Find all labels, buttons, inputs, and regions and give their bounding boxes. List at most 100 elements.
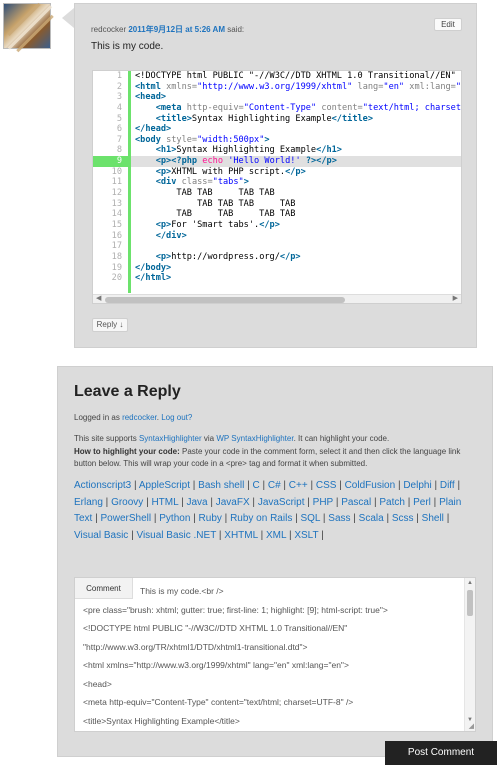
resize-handle-icon[interactable]: ◢ — [469, 722, 474, 730]
code-line: <meta http-equiv="Content-Type" content=… — [155, 102, 461, 113]
separator: | — [454, 480, 461, 491]
language-link[interactable]: ColdFusion — [345, 480, 396, 491]
language-link[interactable]: C# — [268, 480, 281, 491]
support-suffix: . It can highlight your code. — [293, 434, 390, 443]
language-link[interactable]: Groovy — [111, 497, 143, 508]
vertical-scrollbar[interactable]: ▲ ▼ — [464, 578, 475, 731]
code-line: </body> — [135, 262, 172, 273]
code-line: <p>XHTML with PHP script.</p> — [155, 166, 306, 177]
textarea-content[interactable]: This is my code.<br /> <pre class="brush:… — [83, 582, 463, 731]
language-link[interactable]: Scala — [359, 513, 384, 524]
language-link[interactable]: XHTML — [224, 530, 258, 541]
separator: | — [221, 513, 231, 524]
post-comment-button[interactable]: Post Comment — [385, 741, 497, 765]
language-link[interactable]: Sass — [328, 513, 350, 524]
line-number: 20 — [111, 273, 122, 284]
syntaxhighlighter-link[interactable]: SyntaxHighlighter — [139, 434, 202, 443]
language-link[interactable]: CSS — [316, 480, 337, 491]
textarea-line: <html xmlns="http://www.w3.org/1999/xhtm… — [83, 660, 349, 670]
scrollbar-thumb[interactable] — [467, 590, 473, 616]
separator: | — [318, 529, 324, 541]
code-line: <p>http://wordpress.org/</p> — [155, 251, 301, 262]
code-line-highlighted: <p><?php echo 'Hello World!' ?></p> — [131, 156, 461, 167]
line-number: 2 — [116, 81, 122, 92]
language-link[interactable]: Ruby — [199, 513, 222, 524]
separator: | — [190, 480, 199, 491]
textarea-line: <title>Syntax Highlighting Example</titl… — [83, 715, 240, 726]
language-link[interactable]: Actionscript3 — [74, 480, 131, 491]
language-link[interactable]: Delphi — [403, 480, 431, 491]
line-number: 19 — [111, 262, 122, 273]
language-link[interactable]: C++ — [289, 480, 308, 491]
language-link[interactable]: C — [252, 480, 259, 491]
scroll-up-icon[interactable]: ▲ — [467, 580, 473, 586]
line-number: 5 — [116, 113, 122, 124]
code-line: <p>For 'Smart tabs'.</p> — [155, 219, 280, 230]
language-link[interactable]: HTML — [151, 497, 178, 508]
textarea-line: </head> — [83, 730, 463, 731]
comment-author[interactable]: redcocker — [91, 25, 126, 34]
language-link[interactable]: Shell — [422, 513, 444, 524]
language-link[interactable]: SQL — [300, 513, 320, 524]
line-number: 18 — [111, 251, 122, 262]
comment-box: redcocker 2011年9月12日 at 5:26 AM said: Ed… — [74, 3, 477, 348]
separator: | — [304, 496, 313, 508]
user-link[interactable]: redcocker — [122, 413, 157, 422]
textarea-line: "http://www.w3.org/TR/xhtml1/DTD/xhtml1-… — [83, 641, 308, 652]
language-link[interactable]: Visual Basic .NET — [136, 530, 216, 541]
language-link[interactable]: Scss — [392, 513, 414, 524]
comment-meta: redcocker 2011年9月12日 at 5:26 AM said: — [91, 24, 244, 35]
line-number: 4 — [116, 102, 122, 113]
comment-date-link[interactable]: 2011年9月12日 at 5:26 AM — [128, 25, 225, 34]
horizontal-scrollbar[interactable]: ◀ ▶ — [93, 294, 461, 303]
language-link[interactable]: Erlang — [74, 497, 103, 508]
line-number: 3 — [116, 92, 122, 103]
line-number: 16 — [111, 230, 122, 241]
scrollbar-thumb[interactable] — [105, 297, 345, 303]
support-text: This site supports SyntaxHighlighter via… — [74, 433, 484, 471]
scroll-right-icon[interactable]: ▶ — [453, 294, 458, 302]
language-link[interactable]: Ruby on Rails — [230, 513, 292, 524]
language-links: Actionscript3 | AppleScript | Bash shell… — [74, 478, 474, 544]
reply-button[interactable]: Reply ↓ — [92, 318, 128, 332]
language-link[interactable]: PHP — [313, 497, 333, 508]
line-number-gutter: 1 2 3 4 5 6 7 8 9 10 11 12 13 14 15 16 17 18 19 20 — [93, 71, 131, 293]
textarea-line: <!DOCTYPE html PUBLIC "-//W3C//DTD XHTML… — [83, 623, 348, 633]
language-link[interactable]: Bash shell — [198, 480, 244, 491]
comment-text: This is my code. — [91, 41, 164, 52]
separator: | — [249, 496, 258, 508]
code-line: <div class="tabs"> — [155, 177, 249, 188]
comment-said: said: — [227, 25, 245, 34]
language-link[interactable]: Pascal — [341, 497, 371, 508]
separator: | — [333, 496, 342, 508]
edit-button[interactable]: Edit — [434, 18, 462, 31]
language-link[interactable]: XSLT — [294, 530, 318, 541]
language-link[interactable]: JavaFX — [216, 497, 250, 508]
language-link[interactable]: Perl — [413, 497, 431, 508]
separator: | — [431, 480, 440, 491]
language-link[interactable]: Visual Basic — [74, 530, 128, 541]
language-link[interactable]: Java — [186, 497, 207, 508]
logout-link[interactable]: Log out? — [161, 413, 192, 422]
language-link[interactable]: Python — [159, 513, 190, 524]
code-line: <body style="width:500px"> — [135, 134, 270, 145]
reply-section: Leave a Reply Logged in as redcocker. Lo… — [57, 366, 493, 757]
language-link[interactable]: AppleScript — [139, 480, 190, 491]
line-number: 17 — [111, 241, 122, 252]
via-text: via — [203, 434, 215, 443]
language-link[interactable]: Patch — [379, 497, 405, 508]
wp-syntaxhighlighter-link[interactable]: WP SyntaxHighlighter — [216, 434, 293, 443]
language-link[interactable]: PowerShell — [101, 513, 152, 524]
language-link[interactable]: JavaScript — [258, 497, 305, 508]
reply-title: Leave a Reply — [74, 383, 181, 400]
line-number: 6 — [116, 124, 122, 135]
language-link[interactable]: XML — [266, 530, 286, 541]
scroll-left-icon[interactable]: ◀ — [96, 294, 101, 302]
separator: | — [257, 529, 266, 541]
separator: | — [92, 513, 101, 524]
textarea-line: <pre class="brush: xhtml; gutter: true; … — [83, 604, 388, 615]
logged-in-line: Logged in as redcocker. Log out? — [74, 413, 193, 422]
support-prefix: This site supports — [74, 434, 137, 443]
comment-textarea[interactable]: Comment This is my code.<br /> <pre class… — [74, 577, 476, 732]
language-link[interactable]: Diff — [440, 480, 455, 491]
